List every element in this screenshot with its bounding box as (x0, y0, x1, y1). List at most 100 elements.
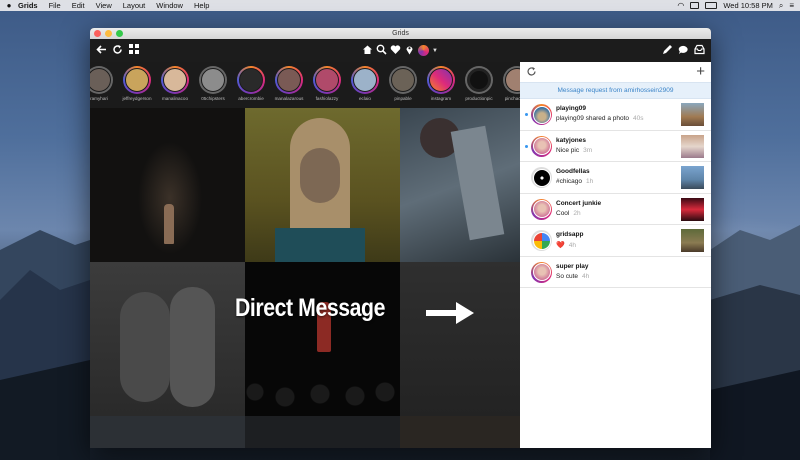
grid-photo[interactable] (245, 262, 400, 416)
grid-photo[interactable] (245, 108, 400, 262)
thread-item[interactable]: katyjones Nice pic 3m (520, 131, 711, 162)
heart-icon[interactable] (390, 44, 401, 58)
story-item[interactable]: manalazarous (272, 62, 306, 108)
thread-item[interactable]: super play So cute 4h (520, 257, 711, 288)
spotlight-search-icon[interactable]: ⌕ (779, 1, 783, 11)
thread-username: super play (556, 262, 589, 270)
thread-message: Nice pic (556, 146, 580, 154)
story-item[interactable]: jeffreydgerson (120, 62, 154, 108)
story-item[interactable]: 05chipsters (196, 62, 230, 108)
thread-thumbnail (681, 134, 704, 158)
menu-app-name[interactable]: Grids (18, 1, 38, 10)
story-username: eclaio (358, 96, 371, 101)
story-username: manalinacoo (161, 96, 189, 101)
maximize-window-button[interactable] (116, 30, 123, 37)
chevron-down-icon[interactable]: ▼ (432, 48, 438, 54)
refresh-icon[interactable] (112, 44, 123, 58)
status-area: ◠ Wed 10:58 PM ⌕ ≡ (677, 1, 800, 11)
refresh-icon[interactable] (526, 66, 537, 80)
story-username: manalazarous (274, 96, 304, 101)
menu-edit[interactable]: Edit (72, 1, 85, 10)
window-titlebar[interactable]: Grids (90, 28, 711, 39)
minimize-window-button[interactable] (105, 30, 112, 37)
story-item[interactable]: productionpic (462, 62, 496, 108)
grid-photo[interactable] (90, 108, 245, 262)
thread-item[interactable]: gridsapp ❤️ 4h (520, 225, 711, 257)
thread-username: Concert junkie (556, 199, 602, 207)
thread-item[interactable]: Goodfellas #chicago 1h (520, 162, 711, 194)
search-icon[interactable] (376, 44, 387, 58)
thread-time: 4h (582, 272, 590, 280)
direct-message-caption: Direct Message (235, 294, 385, 322)
story-item[interactable]: pinpable (386, 62, 420, 108)
menu-window[interactable]: Window (156, 1, 183, 10)
airplay-icon[interactable] (690, 2, 700, 9)
thread-message: playing09 shared a photo (556, 115, 630, 122)
menu-layout[interactable]: Layout (123, 1, 146, 10)
thread-time: 3m (583, 146, 593, 154)
avatar (532, 105, 551, 124)
story-username: ramyhari (90, 96, 108, 101)
thread-item[interactable]: Concert junkie Cool 2h (520, 194, 711, 225)
story-username: pinchacoroll (504, 96, 520, 101)
clock[interactable]: Wed 10:58 PM (723, 1, 772, 10)
inbox-icon[interactable] (694, 44, 705, 58)
avatar (532, 137, 551, 155)
story-username: 05chipsters (201, 96, 225, 101)
grid-photo[interactable] (400, 108, 520, 262)
grid-photo[interactable] (90, 416, 245, 448)
grid-photo[interactable] (400, 416, 520, 448)
close-window-button[interactable] (94, 30, 101, 37)
back-arrow-icon[interactable] (96, 44, 107, 58)
new-message-plus-icon[interactable]: + (696, 63, 705, 80)
menu-help[interactable]: Help (194, 1, 209, 10)
unread-indicator (525, 113, 528, 116)
notification-center-icon[interactable]: ≡ (789, 1, 794, 10)
story-username: instagram (430, 96, 452, 101)
compose-icon[interactable] (662, 44, 673, 58)
thread-message: Cool (556, 209, 570, 217)
thread-thumbnail (681, 103, 704, 126)
thread-time: 4h (568, 242, 576, 249)
grids-window: Grids ▼ ramyhari jeffreydgerson manalina… (90, 28, 711, 448)
story-item[interactable]: instagram (424, 62, 458, 108)
direct-icon[interactable] (678, 44, 689, 58)
profile-icon[interactable] (418, 45, 429, 56)
thread-username: Goodfellas (556, 168, 590, 175)
direct-header: + (520, 62, 711, 82)
apple-menu-icon[interactable]: ● (0, 1, 18, 10)
story-username: jeffreydgerson (122, 96, 152, 101)
avatar (532, 168, 551, 187)
menu-file[interactable]: File (49, 1, 61, 10)
story-username: productionpic (465, 96, 493, 101)
story-item[interactable]: manalinacoo (158, 62, 192, 108)
menu-view[interactable]: View (96, 1, 112, 10)
story-item[interactable]: pinchacoroll (500, 62, 520, 108)
home-icon[interactable] (362, 44, 373, 58)
story-item[interactable]: abercrombie (234, 62, 268, 108)
grid-photo[interactable] (90, 262, 245, 416)
battery-icon[interactable] (705, 2, 718, 9)
story-username: abercrombie (238, 96, 264, 101)
thread-message: So cute (556, 272, 579, 280)
story-item[interactable]: eclaio (348, 62, 382, 108)
thread-time: 1h (586, 178, 594, 185)
stories-row: ramyhari jeffreydgerson manalinacoo 05ch… (90, 62, 520, 108)
wifi-icon[interactable]: ◠ (677, 1, 684, 10)
location-pin-icon[interactable] (404, 44, 415, 58)
grid-icon[interactable] (128, 44, 139, 57)
thread-username: gridsapp (556, 231, 584, 238)
story-item[interactable]: ramyhari (90, 62, 116, 108)
grid-photo[interactable] (400, 262, 520, 416)
arrow-right-icon (426, 302, 474, 324)
thread-thumbnail (681, 197, 704, 221)
story-item[interactable]: fashiolazzy (310, 62, 344, 108)
thread-item[interactable]: playing09 playing09 shared a photo 40s (520, 99, 711, 131)
story-username: fashiolazzy (315, 96, 339, 101)
grid-photo[interactable] (245, 416, 400, 448)
story-username: pinpable (394, 96, 412, 101)
thread-thumbnail (681, 229, 704, 252)
direct-messages-panel: + Message request from amirhossein2909 p… (520, 62, 711, 448)
message-request-banner[interactable]: Message request from amirhossein2909 (520, 82, 711, 99)
thread-time: 2h (573, 209, 581, 217)
